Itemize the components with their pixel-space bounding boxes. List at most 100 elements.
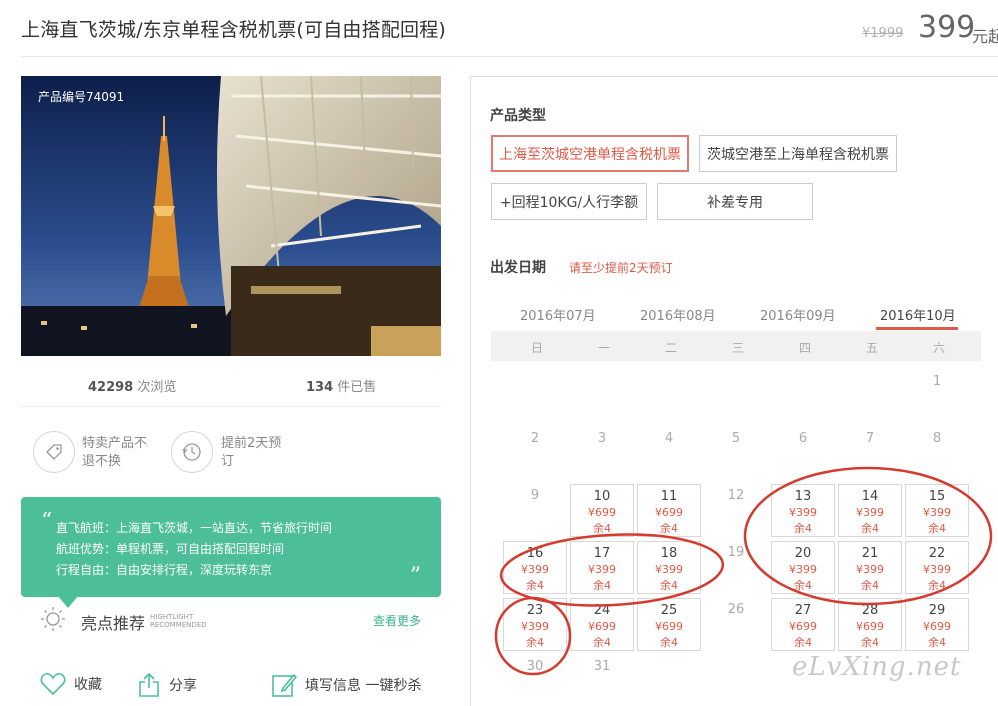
calendar-day: 19 [704, 541, 768, 594]
day-remaining: 余4 [928, 579, 946, 592]
day-remaining: 余4 [861, 636, 879, 649]
current-price: 399 [918, 10, 976, 45]
day-number: 17 [593, 546, 611, 561]
tab-month-09[interactable]: 2016年09月 [760, 305, 836, 324]
day-number: 24 [593, 603, 611, 618]
day-number: 25 [660, 603, 678, 618]
option-luggage[interactable]: +回程10KG/人行李额 [491, 183, 647, 220]
day-number: 3 [597, 431, 607, 446]
tab-month-10[interactable]: 2016年10月 [880, 305, 956, 324]
weekday-label: 四 [798, 341, 811, 355]
close-quote-icon: ” [409, 564, 421, 589]
calendar-day: 31 [570, 655, 634, 706]
calendar-day: 30 [503, 655, 567, 706]
intro-line-1: 直飞航班：上海直飞茨城，一站直达，节省旅行时间 [56, 521, 333, 535]
calendar-day: 12 [704, 484, 768, 537]
calendar-day-available[interactable]: 28 ¥699 余4 [838, 598, 902, 651]
day-price: ¥699 [923, 620, 951, 633]
day-price: ¥699 [789, 620, 817, 633]
calendar-day-available[interactable]: 18 ¥399 余4 [637, 541, 701, 594]
calendar-day-available[interactable]: 14 ¥399 余4 [838, 484, 902, 537]
calendar-day-available[interactable]: 16 ¥399 余4 [503, 541, 567, 594]
calendar-day-available[interactable]: 23 ¥399 余4 [503, 598, 567, 651]
option-price-difference[interactable]: 补差专用 [657, 183, 813, 220]
day-remaining: 余4 [660, 636, 678, 649]
option-return-ticket[interactable]: 茨城空港至上海单程含税机票 [699, 135, 897, 172]
day-remaining: 余4 [660, 522, 678, 535]
highlight-en-line1: HIGHTLIGHT [150, 613, 194, 621]
day-number: 18 [660, 546, 678, 561]
calendar-day-available[interactable]: 29 ¥699 余4 [905, 598, 969, 651]
day-number: 11 [660, 489, 678, 504]
product-number: 产品编号74091 [38, 90, 125, 104]
departure-date-label: 出发日期 [490, 260, 546, 276]
day-number: 19 [727, 545, 745, 560]
day-price: ¥699 [588, 620, 616, 633]
share-button[interactable]: 分享 [137, 672, 197, 698]
calendar-day: 5 [704, 427, 768, 480]
day-number: 4 [664, 431, 674, 446]
intro-line-3: 行程自由：自由安排行程，深度玩转东京 [56, 563, 273, 577]
calendar-day: 4 [637, 427, 701, 480]
day-number: 8 [932, 431, 942, 446]
day-remaining: 余4 [794, 636, 812, 649]
tab-month-07[interactable]: 2016年07月 [520, 305, 596, 324]
day-number: 28 [861, 603, 879, 618]
weekday-label: 六 [932, 341, 945, 355]
views-count: 42298 [88, 380, 134, 395]
calendar-day-available[interactable]: 27 ¥699 余4 [771, 598, 835, 651]
calendar-day-available[interactable]: 17 ¥399 余4 [570, 541, 634, 594]
calendar-day: 9 [503, 484, 567, 537]
calendar-day-available[interactable]: 13 ¥399 余4 [771, 484, 835, 537]
day-remaining: 余4 [593, 522, 611, 535]
calendar-day-available[interactable]: 15 ¥399 余4 [905, 484, 969, 537]
calendar-day-available[interactable]: 22 ¥399 余4 [905, 541, 969, 594]
day-price: ¥399 [655, 563, 683, 576]
day-price: ¥699 [655, 506, 683, 519]
calendar-day: 7 [838, 427, 902, 480]
calendar-day-available[interactable]: 24 ¥699 余4 [570, 598, 634, 651]
clock-history-icon [171, 431, 213, 473]
stats-divider [21, 406, 441, 407]
calendar-day-available[interactable]: 20 ¥399 余4 [771, 541, 835, 594]
day-number: 29 [928, 603, 946, 618]
view-more-link[interactable]: 查看更多 [373, 612, 421, 629]
day-remaining: 余4 [794, 522, 812, 535]
day-remaining: 余4 [928, 636, 946, 649]
calendar-day-available[interactable]: 11 ¥699 余4 [637, 484, 701, 537]
day-price: ¥699 [856, 620, 884, 633]
day-number: 14 [861, 489, 879, 504]
weekday-label: 三 [731, 341, 744, 355]
day-number: 23 [526, 603, 544, 618]
calendar-day: 3 [570, 427, 634, 480]
fill-info-label: 填写信息 一键秒杀 [305, 678, 422, 694]
views-stat: 42298 次浏览 [88, 376, 176, 395]
weekday-label: 二 [664, 341, 677, 355]
original-price: ¥1999 [862, 26, 904, 41]
day-number: 6 [798, 431, 808, 446]
product-type-label: 产品类型 [490, 108, 546, 124]
day-number: 15 [928, 489, 946, 504]
favorite-button[interactable]: 收藏 [40, 672, 102, 696]
page-title: 上海直飞茨城/东京单程含税机票(可自由搭配回程) [21, 19, 447, 41]
day-remaining: 余4 [593, 579, 611, 592]
calendar-day-available[interactable]: 10 ¥699 余4 [570, 484, 634, 537]
fill-info-button[interactable]: 填写信息 一键秒杀 [271, 672, 421, 698]
day-price: ¥699 [655, 620, 683, 633]
calendar-day: 6 [771, 427, 835, 480]
edit-icon [272, 673, 297, 697]
tab-month-08[interactable]: 2016年08月 [640, 305, 716, 324]
calendar-day-available[interactable]: 21 ¥399 余4 [838, 541, 902, 594]
intro-box: “ 直飞航班：上海直飞茨城，一站直达，节省旅行时间 航班优势：单程机票，可自由搭… [21, 497, 441, 597]
day-price: ¥399 [923, 563, 951, 576]
day-price: ¥399 [789, 563, 817, 576]
highlight-title: 亮点推荐 [81, 614, 146, 633]
product-photo[interactable] [21, 76, 441, 356]
heart-icon [40, 673, 66, 696]
day-number: 1 [932, 374, 942, 389]
option-outbound-ticket[interactable]: 上海至茨城空港单程含税机票 [491, 135, 689, 172]
day-remaining: 余4 [660, 579, 678, 592]
day-remaining: 余4 [526, 636, 544, 649]
calendar-day-available[interactable]: 25 ¥699 余4 [637, 598, 701, 651]
day-number: 31 [593, 659, 611, 674]
